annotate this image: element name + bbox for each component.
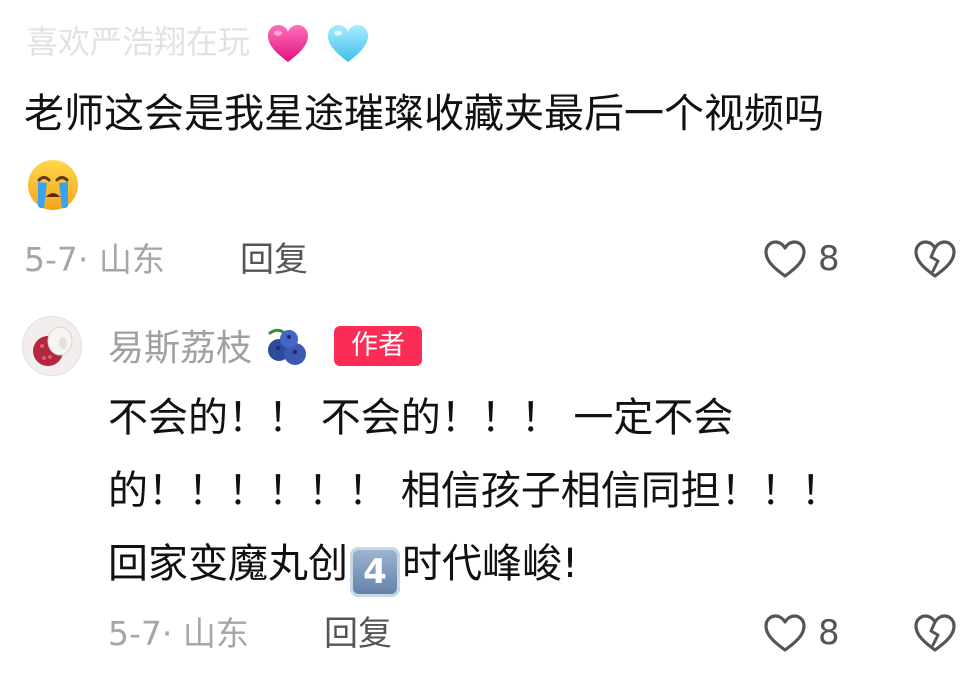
- username[interactable]: 易斯荔枝: [108, 324, 311, 371]
- broken-heart-icon[interactable]: [912, 612, 958, 654]
- keycap-4-icon: 4: [350, 547, 400, 597]
- blueberry-icon: [268, 328, 307, 365]
- comment-text: 老师这会是我星途璀璨收藏夹最后一个视频吗: [24, 91, 824, 137]
- reply-text-segment: 回家变魔丸创: [108, 541, 348, 587]
- reply-button[interactable]: 回复: [324, 614, 392, 654]
- like-button[interactable]: 8: [762, 238, 840, 280]
- reply-text-line-1: 不会的！！ 不会的！！！ 一定不会: [108, 395, 734, 441]
- like-count: 8: [818, 613, 840, 653]
- previous-comment-tail: 喜欢严浩翔在玩: [26, 20, 370, 66]
- like-heart-icon: [764, 240, 806, 278]
- reply-text-line-3: 回家变魔丸创 4 时代峰峻!: [108, 540, 578, 597]
- reply-text-segment: 时代峰峻!: [402, 541, 579, 587]
- reply-text-line-2: 的！！！！！！ 相信孩子相信同担！！！: [108, 468, 841, 514]
- like-button[interactable]: 8: [762, 612, 840, 654]
- comment-date-location: 5-7· 山东: [24, 240, 165, 279]
- lychee-icon: [33, 326, 73, 366]
- light-blue-heart-icon: [328, 25, 369, 62]
- faded-text: 喜欢严浩翔在玩: [26, 23, 251, 61]
- like-heart-icon: [764, 614, 806, 652]
- reply-button[interactable]: 回复: [240, 240, 308, 280]
- broken-heart-icon[interactable]: [912, 238, 958, 280]
- author-badge: 作者: [334, 326, 422, 366]
- username-text: 易斯荔枝: [108, 328, 253, 369]
- pink-heart-icon: [268, 25, 309, 62]
- like-count: 8: [818, 239, 840, 279]
- crying-face-icon: [28, 160, 78, 210]
- reply-date-location: 5-7· 山东: [108, 614, 249, 653]
- lychee-avatar[interactable]: [22, 316, 82, 376]
